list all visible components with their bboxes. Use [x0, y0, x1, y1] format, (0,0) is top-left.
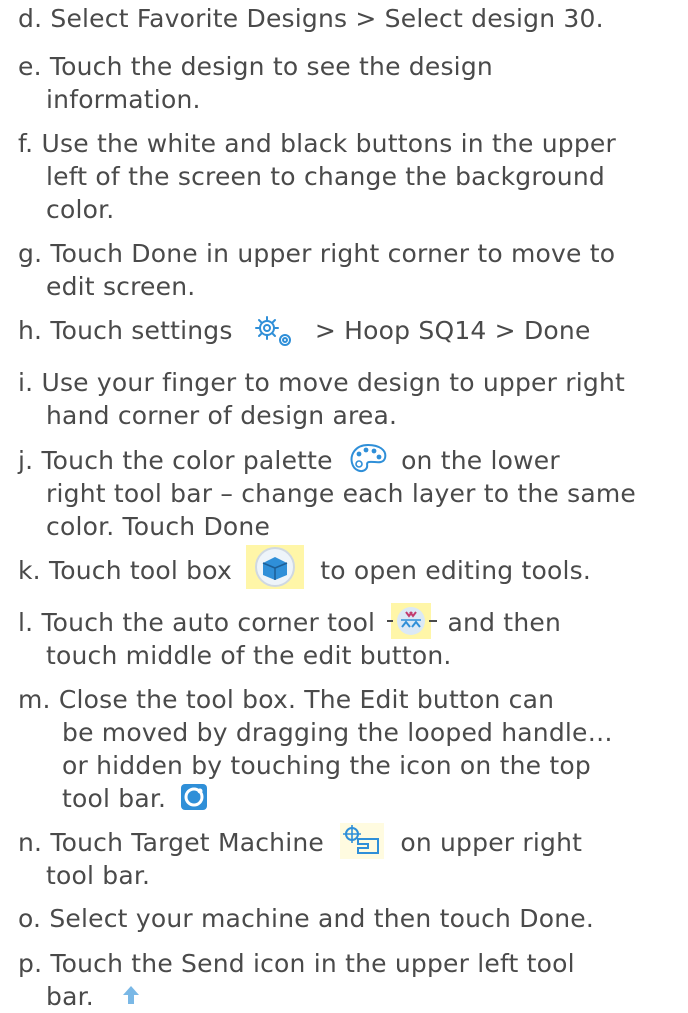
step-marker: k.	[18, 556, 41, 585]
step-d: d. Select Favorite Designs > Select desi…	[18, 2, 604, 35]
step-text: Touch Done in upper right corner to move…	[50, 239, 616, 268]
step-f: f. Use the white and black buttons in th…	[18, 127, 616, 226]
step-text: on upper right	[400, 828, 583, 857]
step-text: color.	[46, 195, 115, 224]
step-text: Touch the design to see the design	[49, 52, 493, 81]
step-text: bar.	[46, 982, 94, 1011]
step-marker: f.	[18, 129, 34, 158]
step-text: Touch Target Machine	[50, 828, 325, 857]
step-text: Close the tool box. The Edit button can	[58, 685, 555, 714]
step-text: and then	[447, 608, 561, 637]
step-text: color. Touch Done	[46, 512, 271, 541]
step-marker: m.	[18, 685, 51, 714]
step-text: tool bar.	[46, 861, 151, 890]
step-k: k. Touch tool box to open editing tools.	[18, 545, 591, 589]
instruction-document: d. Select Favorite Designs > Select desi…	[0, 0, 688, 1011]
step-text: Touch tool box	[48, 556, 232, 585]
edit-button-toggle-icon[interactable]	[180, 783, 208, 811]
step-i: i. Use your finger to move design to upp…	[18, 366, 625, 432]
step-marker: i.	[18, 368, 34, 397]
target-machine-icon[interactable]	[340, 823, 385, 859]
step-marker: l.	[18, 608, 34, 637]
step-marker: d.	[18, 4, 43, 33]
step-text: Select Favorite Designs > Select design …	[50, 4, 604, 33]
step-marker: e.	[18, 52, 42, 81]
step-text: information.	[46, 85, 201, 114]
step-text: Touch the auto corner tool	[41, 608, 376, 637]
step-n: n. Touch Target Machine on upper right t…	[18, 823, 583, 892]
step-text: Touch the Send icon in the upper left to…	[50, 949, 575, 978]
step-text: left of the screen to change the backgro…	[46, 162, 605, 191]
step-marker: o.	[18, 904, 42, 933]
step-marker: g.	[18, 239, 43, 268]
step-o: o. Select your machine and then touch Do…	[18, 902, 594, 935]
step-l: l. Touch the auto corner tool and then t…	[18, 603, 561, 672]
step-marker: h.	[18, 316, 43, 345]
color-palette-icon[interactable]	[347, 441, 389, 477]
step-marker: j.	[18, 446, 34, 475]
step-text: Select your machine and then touch Done.	[49, 904, 594, 933]
step-e: e. Touch the design to see the design in…	[18, 50, 493, 116]
step-text: be moved by dragging the looped handle…	[62, 718, 613, 747]
send-icon[interactable]	[114, 984, 148, 1008]
step-text: touch middle of the edit button.	[46, 641, 452, 670]
step-j: j. Touch the color palette on the lower …	[18, 441, 636, 543]
step-text: tool bar.	[62, 784, 167, 813]
step-text: edit screen.	[46, 272, 196, 301]
step-text: Touch the color palette	[41, 446, 333, 475]
step-text: to open editing tools.	[320, 556, 591, 585]
step-p: p. Touch the Send icon in the upper left…	[18, 947, 575, 1013]
settings-gears-icon[interactable]	[251, 314, 301, 350]
step-text: Use your finger to move design to upper …	[41, 368, 626, 397]
step-marker: n.	[18, 828, 43, 857]
step-text: Use the white and black buttons in the u…	[41, 129, 616, 158]
step-m: m. Close the tool box. The Edit button c…	[18, 683, 613, 815]
tool-box-icon[interactable]	[242, 545, 306, 589]
step-text: Touch settings	[50, 316, 233, 345]
step-text: > Hoop SQ14 > Done	[314, 316, 591, 345]
auto-corner-tool-icon[interactable]	[387, 603, 438, 639]
step-text: hand corner of design area.	[46, 401, 398, 430]
step-text: right tool bar – change each layer to th…	[46, 479, 636, 508]
step-text: or hidden by touching the icon on the to…	[62, 751, 591, 780]
step-marker: p.	[18, 949, 43, 978]
step-g: g. Touch Done in upper right corner to m…	[18, 237, 615, 303]
step-text: on the lower	[401, 446, 560, 475]
step-h: h. Touch settings > Hoop SQ14 > Done	[18, 314, 591, 350]
